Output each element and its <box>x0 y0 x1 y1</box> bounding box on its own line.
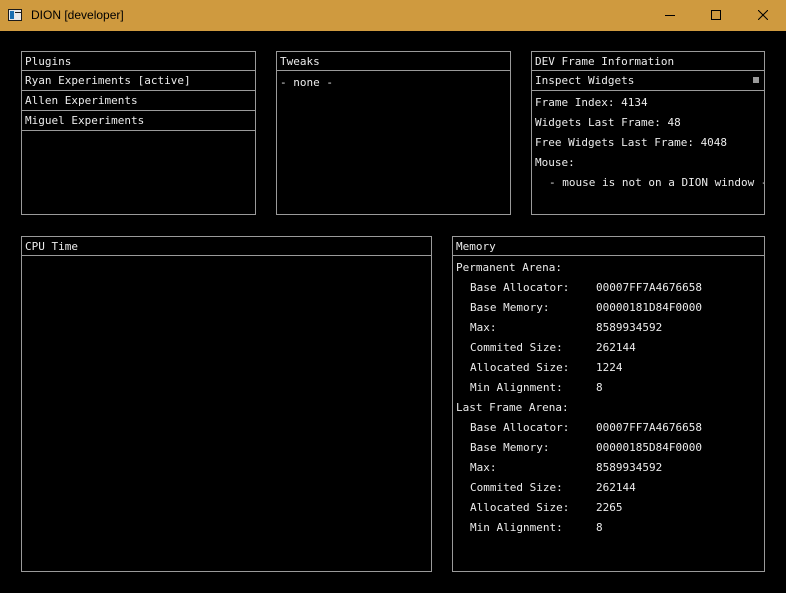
dev-frame-panel: DEV Frame Information Inspect Widgets Fr… <box>531 51 765 215</box>
maximize-button[interactable] <box>693 0 739 31</box>
memory-title: Memory <box>456 240 496 253</box>
plugin-item-ryan[interactable]: Ryan Experiments [active] <box>22 71 255 91</box>
minimize-button[interactable] <box>647 0 693 31</box>
last-frame-arena-title: Last Frame Arena: <box>456 401 569 414</box>
mem-label: Min Alignment: <box>470 381 563 394</box>
tweaks-empty-text: - none - <box>280 76 333 89</box>
mem-label: Allocated Size: <box>470 361 570 374</box>
mouse-status: - mouse is not on a DION window - <box>549 176 765 189</box>
cpu-time-title: CPU Time <box>25 240 78 253</box>
mem-value: 8589934592 <box>596 461 663 474</box>
mem-label: Base Memory: <box>470 301 550 314</box>
mem-label: Base Memory: <box>470 441 550 454</box>
mem-label: Max: <box>470 321 497 334</box>
minimize-icon <box>665 15 675 16</box>
mem-value: 262144 <box>596 481 636 494</box>
plugin-item-allen[interactable]: Allen Experiments <box>22 91 255 111</box>
inspect-widgets-label: Inspect Widgets <box>535 74 635 87</box>
mem-label: Commited Size: <box>470 481 563 494</box>
mem-value: 8 <box>596 521 603 534</box>
mem-value: 262144 <box>596 341 636 354</box>
mem-value: 2265 <box>596 501 623 514</box>
plugins-panel: Plugins Ryan Experiments [active] Allen … <box>21 51 256 215</box>
maximize-icon <box>711 10 721 20</box>
mem-label: Commited Size: <box>470 341 563 354</box>
mem-label: Base Allocator: <box>470 281 570 294</box>
mouse-label: Mouse: <box>535 156 575 169</box>
tweaks-panel: Tweaks - none - <box>276 51 511 215</box>
inspect-widgets-toggle[interactable]: Inspect Widgets <box>532 71 764 91</box>
app-icon <box>8 9 22 21</box>
memory-panel: Memory Permanent Arena: Base Allocator: … <box>452 236 765 572</box>
inspect-widgets-checkbox[interactable] <box>753 77 759 83</box>
mem-label: Min Alignment: <box>470 521 563 534</box>
plugin-item-label: Ryan Experiments [active] <box>25 74 191 87</box>
plugins-title: Plugins <box>25 55 72 68</box>
permanent-arena-title: Permanent Arena: <box>456 261 562 274</box>
mem-value: 1224 <box>596 361 623 374</box>
mem-value: 8 <box>596 381 603 394</box>
frame-index: Frame Index: 4134 <box>535 96 648 109</box>
plugin-item-label: Miguel Experiments <box>25 114 145 127</box>
mem-value: 00000185D84F0000 <box>596 441 702 454</box>
cpu-time-panel: CPU Time <box>21 236 432 572</box>
window-title: DION [developer] <box>31 8 124 22</box>
mem-value: 00007FF7A4676658 <box>596 421 702 434</box>
mem-value: 00000181D84F0000 <box>596 301 702 314</box>
mem-value: 00007FF7A4676658 <box>596 281 702 294</box>
close-button[interactable] <box>740 0 786 31</box>
plugin-item-miguel[interactable]: Miguel Experiments <box>22 111 255 131</box>
cpu-time-header: CPU Time <box>22 237 431 256</box>
mem-label: Base Allocator: <box>470 421 570 434</box>
plugins-header: Plugins <box>22 52 255 71</box>
free-widgets-last-frame: Free Widgets Last Frame: 4048 <box>535 136 728 149</box>
memory-header: Memory <box>453 237 764 256</box>
mem-label: Max: <box>470 461 497 474</box>
widgets-last-frame: Widgets Last Frame: 48 <box>535 116 681 129</box>
window-titlebar[interactable]: DION [developer] <box>0 0 786 31</box>
mem-label: Allocated Size: <box>470 501 570 514</box>
dev-frame-title: DEV Frame Information <box>535 55 675 68</box>
mem-value: 8589934592 <box>596 321 663 334</box>
dev-frame-header: DEV Frame Information <box>532 52 764 71</box>
tweaks-header: Tweaks <box>277 52 510 71</box>
close-icon <box>758 10 768 20</box>
tweaks-title: Tweaks <box>280 55 320 68</box>
plugin-item-label: Allen Experiments <box>25 94 138 107</box>
